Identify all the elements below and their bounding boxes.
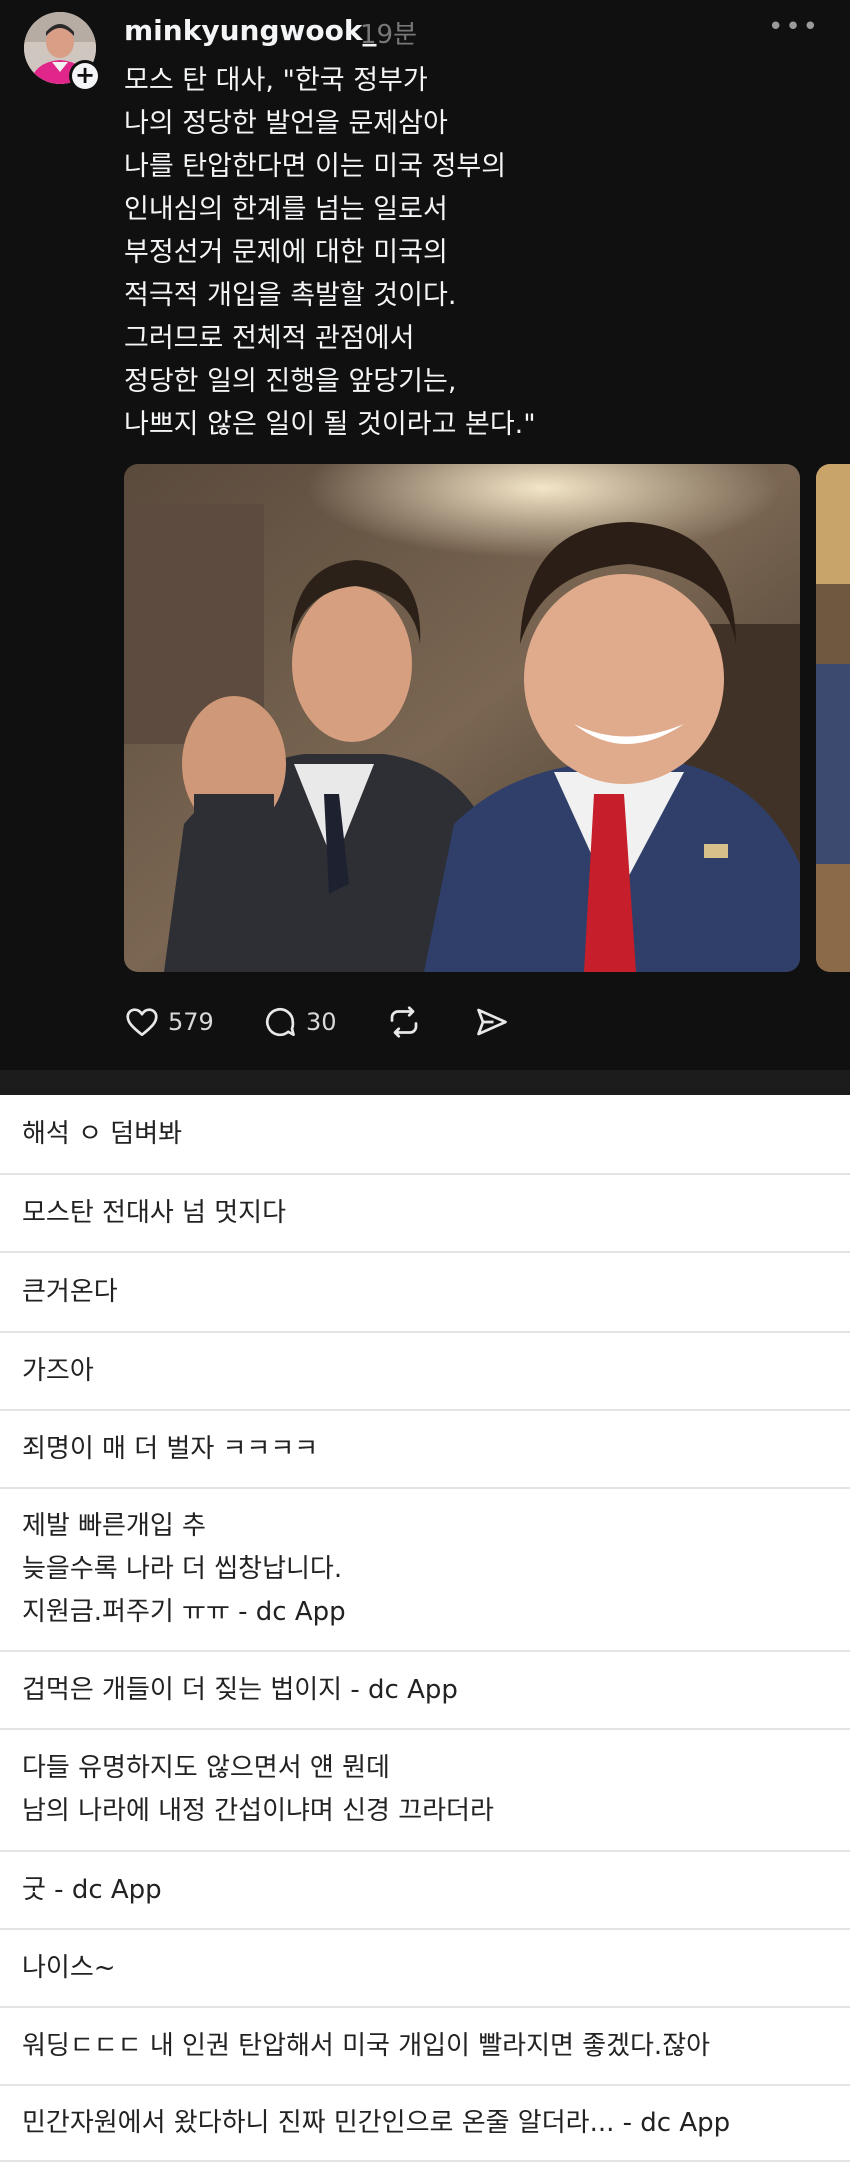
post-actions: 579 30 bbox=[124, 1000, 824, 1044]
plus-icon: + bbox=[72, 63, 98, 89]
comment-text: 죄명이 매 더 벌자 ㅋㅋㅋㅋ bbox=[22, 1433, 319, 1464]
post-text-line: 모스 탄 대사, "한국 정부가 bbox=[124, 65, 428, 96]
post-text-line: 적극적 개입을 촉발할 것이다. bbox=[124, 280, 457, 311]
comment-text: 굿 - dc App bbox=[22, 1874, 162, 1905]
username[interactable]: minkyungwook_ bbox=[124, 14, 376, 47]
comment-button[interactable]: 30 bbox=[262, 1000, 337, 1044]
comment-text: 나이스~ bbox=[22, 1952, 116, 1983]
comment-item[interactable]: 다들 유명하지도 않으면서 얜 뭔데 남의 나라에 내정 간섭이냐며 신경 끄라… bbox=[0, 1728, 850, 1850]
post-photo-next[interactable] bbox=[816, 464, 850, 972]
like-count: 579 bbox=[168, 1008, 214, 1036]
more-icon[interactable]: ••• bbox=[768, 12, 820, 42]
post-photo[interactable] bbox=[124, 464, 800, 972]
comment-item[interactable]: 제발 빠른개입 추 늦을수록 나라 더 씹창납니다. 지원금.퍼주기 ㅠㅠ - … bbox=[0, 1487, 850, 1650]
comment-count: 30 bbox=[306, 1008, 337, 1036]
comment-item[interactable]: 워딩ㄷㄷㄷ 내 인권 탄압해서 미국 개입이 빨라지면 좋겠다.잖아 bbox=[0, 2006, 850, 2084]
comment-list: 해석 ㅇ 덤벼봐 모스탄 전대사 넘 멋지다 큰거온다 가즈아 죄명이 매 더 … bbox=[0, 1095, 850, 2162]
comment-text: 늦을수록 나라 더 씹창납니다. bbox=[22, 1554, 343, 1584]
comment-icon bbox=[265, 1007, 295, 1037]
comment-item[interactable]: 큰거온다 bbox=[0, 1251, 850, 1331]
like-button[interactable]: 579 bbox=[124, 1000, 214, 1044]
comment-text: 남의 나라에 내정 간섭이냐며 신경 끄라더라 bbox=[22, 1796, 494, 1826]
comment-item[interactable]: 모스탄 전대사 넘 멋지다 bbox=[0, 1173, 850, 1251]
comment-text: 모스탄 전대사 넘 멋지다 bbox=[22, 1197, 286, 1228]
follow-button[interactable]: + bbox=[69, 60, 101, 92]
threads-post: + minkyungwook_ 19분 ••• 모스 탄 대사, "한국 정부가… bbox=[0, 0, 850, 1070]
post-text: 모스 탄 대사, "한국 정부가 나의 정당한 발언을 문제삼아 나를 탄압한다… bbox=[124, 59, 824, 446]
post-text-line: 나의 정당한 발언을 문제삼아 bbox=[124, 108, 448, 139]
comment-text: 해석 ㅇ 덤벼봐 bbox=[22, 1118, 183, 1149]
comment-text: 민간자원에서 왔다하니 진짜 민간인으로 온줄 알더라... - dc App bbox=[22, 2107, 731, 2138]
comment-text: 다들 유명하지도 않으면서 얜 뭔데 bbox=[22, 1753, 390, 1783]
post-text-line: 그러므로 전체적 관점에서 bbox=[124, 323, 415, 354]
comment-text: 큰거온다 bbox=[22, 1276, 118, 1307]
comment-item[interactable]: 나이스~ bbox=[0, 1928, 850, 2006]
share-button[interactable] bbox=[474, 1000, 510, 1044]
comment-text: 제발 빠른개입 추 bbox=[22, 1511, 206, 1541]
heart-icon bbox=[126, 1008, 158, 1037]
comment-item[interactable]: 해석 ㅇ 덤벼봐 bbox=[0, 1095, 850, 1173]
post-text-line: 정당한 일의 진행을 앞당기는, bbox=[124, 366, 457, 397]
repost-button[interactable] bbox=[386, 1000, 422, 1044]
post-text-line: 나쁘지 않은 일이 될 것이라고 본다." bbox=[124, 409, 536, 440]
comment-item[interactable]: 죄명이 매 더 벌자 ㅋㅋㅋㅋ bbox=[0, 1409, 850, 1487]
repost-icon bbox=[390, 1006, 418, 1038]
post-divider bbox=[0, 1070, 850, 1095]
post-text-line: 부정선거 문제에 대한 미국의 bbox=[124, 237, 448, 268]
comment-text: 워딩ㄷㄷㄷ 내 인권 탄압해서 미국 개입이 빨라지면 좋겠다.잖아 bbox=[22, 2030, 711, 2061]
comment-item[interactable]: 가즈아 bbox=[0, 1331, 850, 1409]
comment-text: 가즈아 bbox=[22, 1355, 94, 1386]
post-text-line: 나를 탄압한다면 이는 미국 정부의 bbox=[124, 151, 507, 182]
post-time: 19분 bbox=[360, 20, 418, 50]
comment-item[interactable]: 굿 - dc App bbox=[0, 1850, 850, 1928]
comment-item[interactable]: 민간자원에서 왔다하니 진짜 민간인으로 온줄 알더라... - dc App bbox=[0, 2084, 850, 2162]
post-text-line: 인내심의 한계를 넘는 일로서 bbox=[124, 194, 448, 225]
comment-text: 겁먹은 개들이 더 짖는 법이지 - dc App bbox=[22, 1674, 458, 1705]
comment-item[interactable]: 겁먹은 개들이 더 짖는 법이지 - dc App bbox=[0, 1650, 850, 1728]
send-icon bbox=[477, 1008, 507, 1036]
comment-text: 지원금.퍼주기 ㅠㅠ - dc App bbox=[22, 1597, 346, 1627]
